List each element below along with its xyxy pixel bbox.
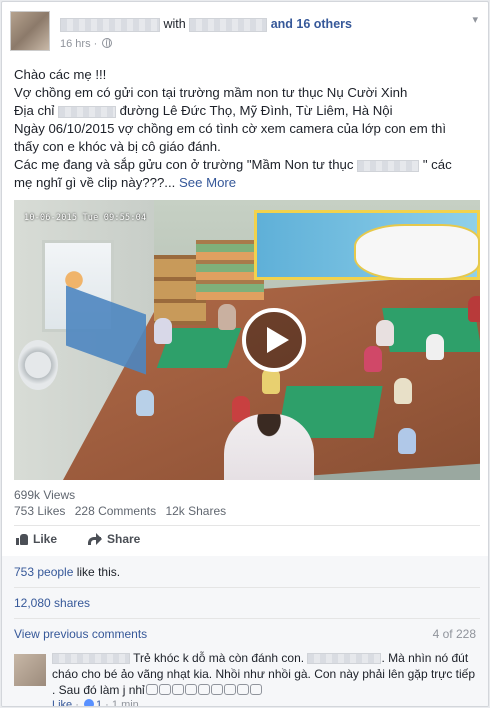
redacted-commenter-name[interactable] [52, 653, 130, 665]
redacted-tagged-name[interactable] [189, 17, 268, 32]
with-text: with [163, 17, 186, 31]
divider [14, 525, 480, 526]
post-meta: 16 hrs · [60, 38, 113, 50]
emoticon-icon [184, 684, 197, 695]
comment-like-count[interactable]: 1 [96, 699, 102, 706]
video-frame-child [364, 346, 382, 372]
divider [14, 587, 480, 588]
comment-text: Trẻ khóc k dỗ mà còn đánh con. [133, 651, 305, 665]
comment-line: Trẻ khóc k dỗ mà còn đánh con. . Mà nhìn… [52, 650, 482, 666]
like-label: Like [33, 532, 58, 546]
emoticon-icon [197, 684, 210, 695]
poster-avatar[interactable] [10, 11, 50, 51]
engagement-stats: 753 Likes 228 Comments 12k Shares [14, 504, 232, 518]
video-frame-child [218, 304, 236, 330]
comment-text: . Sau đó làm j nhỉ [52, 683, 145, 697]
commenter-avatar[interactable] [14, 654, 46, 686]
thumbs-up-icon [16, 533, 28, 545]
video-timestamp: 10-06-2015 Tue 09:55:04 [24, 213, 147, 223]
video-frame-child [426, 334, 444, 360]
share-label: Share [107, 532, 141, 546]
meta-separator: · [105, 699, 109, 707]
post-line: Chào các mẹ !!! [14, 67, 107, 82]
redacted-poster-name[interactable] [60, 17, 160, 32]
view-previous-comments-link[interactable]: View previous comments [14, 627, 147, 641]
address-prefix: Địa chỉ [14, 103, 55, 118]
question-line2: mẹ nghĩ gì về clip này???... [14, 175, 176, 190]
redacted-comment-text [307, 653, 382, 665]
video-frame-cloud-board [354, 224, 480, 280]
comment-text: . Mà nhìn nó đút [381, 651, 469, 665]
comment-like-link[interactable]: Like [52, 699, 72, 706]
view-previous-row: View previous comments [14, 627, 147, 641]
shares-summary: 12,080 shares [14, 596, 90, 610]
emoticon-icon [249, 684, 262, 695]
post-time[interactable]: 16 hrs [60, 38, 91, 50]
video-frame-child [398, 428, 416, 454]
meta-separator: · [93, 38, 98, 50]
likes-people-link[interactable]: 753 people [14, 565, 73, 579]
globe-icon[interactable] [102, 38, 113, 48]
video-frame-child [154, 318, 172, 344]
question-suffix: " các [422, 157, 452, 172]
post-address-line: Địa chỉ đường Lê Đức Thọ, Mỹ Đình, Từ Li… [14, 102, 480, 120]
post-line: Ngày 06/10/2015 vợ chồng em có tình cờ x… [14, 121, 447, 136]
address-rest: đường Lê Đức Thọ, Mỹ Đình, Từ Liêm, Hà N… [119, 103, 393, 118]
comment-line: cháo cho bé ảo vãng nhạt kia. Nhồi như n… [52, 667, 476, 681]
post-question-line2: mẹ nghĩ gì về clip này???... See More [14, 174, 480, 192]
post-text: Chào các mẹ !!! Vợ chồng em có gửi con t… [14, 66, 480, 192]
post-card: with and 16 others 16 hrs · ▾ Chào các m… [1, 1, 489, 707]
video-player[interactable]: 10-06-2015 Tue 09:55:04 [14, 200, 480, 480]
likes-summary-text: like this. [73, 565, 121, 579]
video-frame-adult [224, 414, 314, 480]
likes-count[interactable]: 753 Likes [14, 504, 65, 518]
emoticon-icon [210, 684, 223, 695]
video-frame-child [468, 296, 480, 322]
comment-line: . Sau đó làm j nhỉ [52, 682, 482, 698]
question-prefix: Các mẹ đang và sắp gửu con ở trường "Mầm… [14, 157, 354, 172]
post-question-line: Các mẹ đang và sắp gửu con ở trường "Mầm… [14, 156, 480, 174]
comment-meta: Like · 1 · 1 min [52, 699, 139, 707]
video-frame-child [394, 378, 412, 404]
poster-line: with and 16 others [60, 17, 352, 32]
redacted-school-name [357, 159, 420, 172]
divider [14, 618, 480, 619]
share-button[interactable]: Share [88, 532, 140, 546]
see-more-link[interactable]: See More [179, 175, 236, 190]
like-button[interactable]: Like [16, 532, 57, 546]
chevron-down-icon[interactable]: ▾ [472, 13, 478, 26]
redacted-address [57, 105, 116, 118]
comment-count: 4 of 228 [432, 627, 476, 641]
emoticon-icon [171, 684, 184, 695]
video-frame-fan [18, 340, 58, 390]
video-frame-child [376, 320, 394, 346]
tagged-others-link[interactable]: and 16 others [271, 17, 352, 31]
likes-summary: 753 people like this. [14, 565, 120, 579]
emoticon-icon [145, 684, 158, 695]
video-frame-child [136, 390, 154, 416]
meta-separator: · [75, 699, 79, 707]
view-count: 699k Views [14, 488, 76, 502]
shares-count[interactable]: 12k Shares [165, 504, 226, 518]
emoticon-icon [158, 684, 171, 695]
comment-time[interactable]: 1 min [112, 699, 139, 706]
comment-body: Trẻ khóc k dỗ mà còn đánh con. . Mà nhìn… [52, 650, 482, 698]
emoticon-icon [236, 684, 249, 695]
emoticon-icon [223, 684, 236, 695]
comments-count[interactable]: 228 Comments [75, 504, 156, 518]
play-icon[interactable] [242, 308, 306, 372]
post-line: Vợ chồng em có gửi con tại trường mầm no… [14, 85, 408, 100]
post-line: thấy con e khóc và bị cô giáo đánh. [14, 139, 221, 154]
shares-link[interactable]: 12,080 shares [14, 596, 90, 610]
like-reaction-icon [83, 699, 94, 706]
post-header: with and 16 others 16 hrs · ▾ [10, 11, 480, 55]
share-arrow-icon [88, 533, 102, 545]
